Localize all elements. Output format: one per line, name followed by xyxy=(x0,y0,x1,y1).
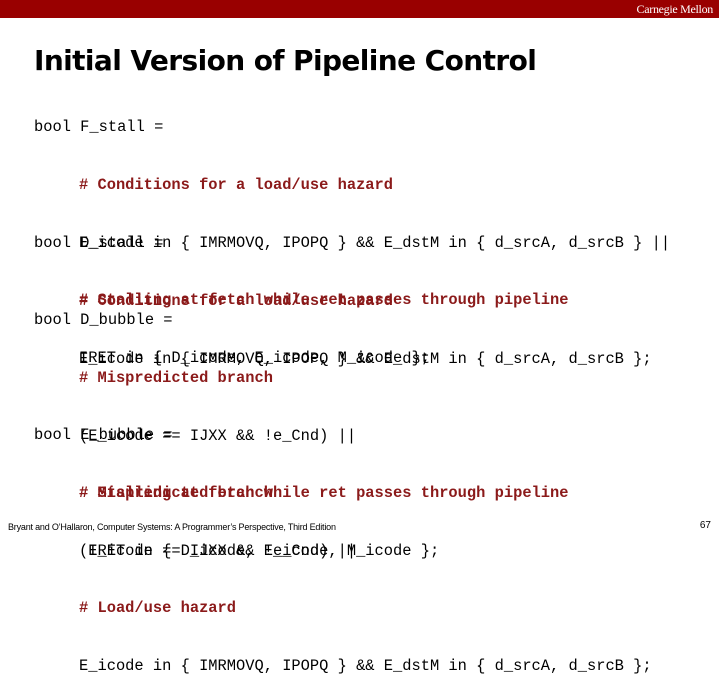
code-decl: bool F_stall = xyxy=(34,118,164,137)
code-line: E_icode in { IMRMOVQ, IPOPQ } && E_dstM … xyxy=(79,656,652,675)
page-number: 67 xyxy=(699,520,711,531)
code-block-e-bubble: bool E_bubble = # Mispredicted branch (E… xyxy=(34,388,652,695)
slide-title: Initial Version of Pipeline Control xyxy=(34,44,537,77)
code-comment: # Load/use hazard xyxy=(79,599,237,618)
code-decl: bool D_stall = xyxy=(34,234,164,253)
header-bar: Carnegie Mellon xyxy=(0,0,719,18)
code-comment: # Mispredicted branch xyxy=(79,484,273,502)
code-comment: # Mispredicted branch xyxy=(79,369,273,387)
brand-label: Carnegie Mellon xyxy=(636,2,714,16)
code-decl: bool D_bubble = xyxy=(34,311,173,330)
code-comment: # Conditions for a load/use hazard xyxy=(79,176,394,194)
code-line: (E_icode == IJXX && !e_Cnd) || xyxy=(79,541,357,560)
footer-citation: Bryant and O’Hallaron, Computer Systems:… xyxy=(8,522,336,532)
code-decl: bool E_bubble = xyxy=(34,426,173,445)
